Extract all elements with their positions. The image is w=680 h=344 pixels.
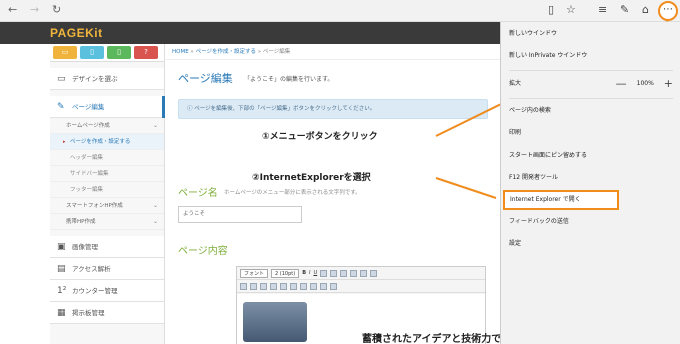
info-message: ⓘ ページを編集後、下部の「ページ編集」ボタンをクリックしてください。 xyxy=(178,99,488,119)
toolbar-button[interactable] xyxy=(370,269,378,277)
sidebar-item-footer-edit[interactable]: フッター編集 xyxy=(50,182,164,198)
italic-icon[interactable]: I xyxy=(309,270,310,276)
chevron-down-icon: ⌄ xyxy=(152,202,158,209)
page-subtitle: 「ようこそ」の編集を行います。 xyxy=(244,76,334,83)
editor-toolbar-row-2 xyxy=(237,280,485,293)
reading-view-icon[interactable]: ▯ xyxy=(548,3,554,16)
underline-icon[interactable]: U xyxy=(313,270,317,276)
sidebar-item-design[interactable]: ▭ デザインを選ぶ xyxy=(50,68,164,90)
tablet-icon[interactable]: ▯ xyxy=(80,46,104,59)
toolbar-button[interactable] xyxy=(330,282,337,290)
toolbar-button[interactable] xyxy=(340,269,348,277)
editor-toolbar-row-1: フォント 2 (10pt) B I U xyxy=(237,267,485,280)
main-content: HOME » ページを作成・設定する » ページ編集 ページ編集 「ようこそ」の… xyxy=(166,44,501,344)
sidebar-item-access-analysis[interactable]: ▤ アクセス解析 xyxy=(50,258,164,280)
sidebar-item-counter-manage[interactable]: 1² カウンター管理 xyxy=(50,280,164,302)
view-mode-buttons: ▭ ▯ ▯ ? xyxy=(50,44,164,62)
sidebar-item-smartphone-create[interactable]: スマートフォンHP作成 ⌄ xyxy=(50,198,164,214)
chevron-down-icon: ⌄ xyxy=(152,218,158,225)
sidebar-item-mobile-create[interactable]: 携帯HP作成 ⌄ xyxy=(50,214,164,230)
laptop-image xyxy=(243,302,307,342)
forward-icon[interactable]: → xyxy=(30,3,39,16)
toolbar-button[interactable] xyxy=(320,282,327,290)
font-select[interactable]: フォント xyxy=(240,268,269,278)
toolbar-button[interactable] xyxy=(290,282,297,290)
annotation-step-1: ①メニューボタンをクリック xyxy=(262,129,378,142)
share-icon[interactable]: ⌂ xyxy=(642,3,649,16)
zoom-value: 100% xyxy=(636,80,654,87)
toolbar-button[interactable] xyxy=(250,282,257,290)
sidebar-item-header-edit[interactable]: ヘッダー編集 xyxy=(50,150,164,166)
phone-icon[interactable]: ▯ xyxy=(107,46,131,59)
menu-item-pin[interactable]: スタート画面にピン留めする xyxy=(501,146,680,166)
toolbar-button[interactable] xyxy=(240,282,247,290)
toolbar-button[interactable] xyxy=(360,269,368,277)
back-icon[interactable]: ← xyxy=(8,3,17,16)
menu-item-find[interactable]: ページ内の検索 xyxy=(501,101,680,121)
font-size-select[interactable]: 2 (10pt) xyxy=(271,268,300,278)
sidebar-item-image-manage[interactable]: ▣ 画像管理 xyxy=(50,236,164,258)
toolbar-button[interactable] xyxy=(350,269,358,277)
triangle-right-icon: ▸ xyxy=(63,139,66,145)
editor-heading-text: 蓄積されたアイデアと技術力で xyxy=(362,334,502,344)
favorite-star-icon[interactable]: ☆ xyxy=(566,3,576,16)
breadcrumb-home[interactable]: HOME xyxy=(172,49,189,55)
page-content-heading: ページ内容 xyxy=(178,246,228,257)
sidebar-item-sidebar-edit[interactable]: サイドバー編集 xyxy=(50,166,164,182)
menu-item-settings[interactable]: 設定 xyxy=(501,234,680,254)
page-name-heading: ページ名 xyxy=(178,188,218,199)
menu-divider xyxy=(509,70,673,71)
zoom-out-button[interactable]: — xyxy=(616,74,627,94)
refresh-icon[interactable]: ↻ xyxy=(52,3,61,16)
toolbar-button[interactable] xyxy=(270,282,277,290)
sidebar-item-home-page-create[interactable]: ホームページ作成 ⌄ xyxy=(50,118,164,134)
chart-icon: ▤ xyxy=(57,264,66,274)
menu-item-print[interactable]: 印刷 xyxy=(501,123,680,143)
zoom-in-button[interactable]: + xyxy=(664,74,673,94)
page-name-hint: ホームページのメニュー部分に表示される文字列です。 xyxy=(224,190,361,196)
board-icon: ▦ xyxy=(57,308,66,318)
browser-toolbar: ← → ↻ ▯ ☆ ≡ ✎ ⌂ ⋯ xyxy=(0,0,680,22)
toolbar-button[interactable] xyxy=(310,282,317,290)
help-icon[interactable]: ? xyxy=(134,46,158,59)
breadcrumb: HOME » ページを作成・設定する » ページ編集 xyxy=(166,44,500,60)
hub-icon[interactable]: ≡ xyxy=(598,3,607,16)
monitor-icon: ▭ xyxy=(57,74,66,84)
app-header: PAGEKit xyxy=(0,22,500,44)
toolbar-button[interactable] xyxy=(300,282,307,290)
sidebar: ▭ ▯ ▯ ? ▭ デザインを選ぶ ✎ ページ編集 ホームページ作成 ⌄ ▸ ペ… xyxy=(50,44,165,344)
more-menu-button[interactable]: ⋯ xyxy=(658,1,678,21)
toolbar-button[interactable] xyxy=(330,269,338,277)
edit-icon: ✎ xyxy=(57,102,65,112)
editor-body[interactable]: 蓄積されたアイデアと技術力で xyxy=(237,294,501,344)
zoom-control: — 100% + xyxy=(616,74,673,94)
sidebar-item-page-create-setting[interactable]: ▸ ページを作成・設定する xyxy=(50,134,164,150)
breadcrumb-current: ページ編集 xyxy=(262,49,291,55)
app-logo[interactable]: PAGEKit xyxy=(50,26,103,40)
bold-icon[interactable]: B xyxy=(302,270,306,276)
image-icon: ▣ xyxy=(57,242,66,252)
web-note-icon[interactable]: ✎ xyxy=(620,3,629,16)
annotation-step-2: ②InternetExplorerを選択 xyxy=(252,170,371,183)
page-title: ページ編集 xyxy=(178,72,233,85)
browser-more-menu: 新しいウインドウ 新しい InPrivate ウインドウ 拡大 — 100% +… xyxy=(500,22,680,344)
menu-item-zoom: 拡大 — 100% + xyxy=(501,74,680,94)
menu-divider xyxy=(509,98,673,99)
menu-item-new-window[interactable]: 新しいウインドウ xyxy=(501,24,680,44)
toolbar-button[interactable] xyxy=(320,269,328,277)
toolbar-button[interactable] xyxy=(280,282,287,290)
monitor-icon[interactable]: ▭ xyxy=(53,46,77,59)
menu-item-open-internet-explorer[interactable]: Internet Explorer で開く xyxy=(503,190,619,210)
page-name-input[interactable]: ようこそ xyxy=(178,206,302,223)
menu-item-inprivate[interactable]: 新しい InPrivate ウインドウ xyxy=(501,46,680,66)
toolbar-button[interactable] xyxy=(260,282,267,290)
counter-icon: 1² xyxy=(57,286,67,296)
sidebar-item-board-manage[interactable]: ▦ 掲示板管理 xyxy=(50,302,164,324)
breadcrumb-page-create[interactable]: ページを作成・設定する xyxy=(196,49,256,55)
menu-item-feedback[interactable]: フィードバックの送信 xyxy=(501,212,680,232)
sidebar-item-page-edit[interactable]: ✎ ページ編集 xyxy=(50,96,165,118)
rich-text-editor[interactable]: フォント 2 (10pt) B I U 蓄積されたアイデアと技術力で xyxy=(236,266,501,344)
chevron-down-icon: ⌄ xyxy=(152,122,158,129)
menu-item-devtools[interactable]: F12 開発者ツール xyxy=(501,168,680,188)
